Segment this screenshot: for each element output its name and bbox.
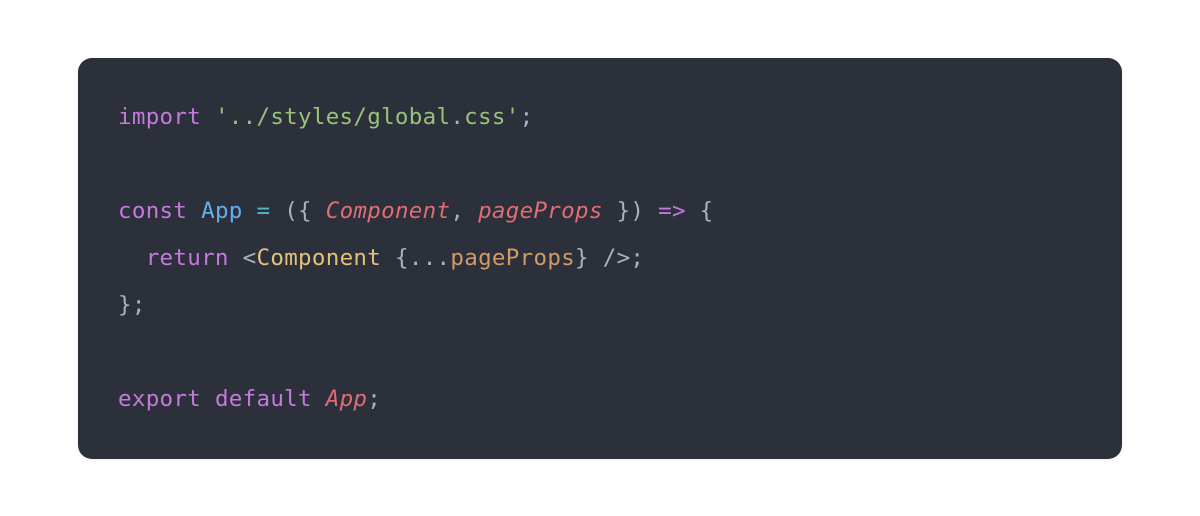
- jsx-component: Component: [257, 245, 382, 271]
- arrow: =>: [644, 198, 699, 224]
- jsx-brace-close: }: [575, 245, 589, 271]
- keyword-import: import: [118, 104, 201, 130]
- brace-close: }: [118, 292, 132, 318]
- jsx-self-close: />: [589, 245, 631, 271]
- semicolon: ;: [367, 386, 381, 412]
- brace-open: {: [700, 198, 714, 224]
- string-path: '../styles/global.css': [215, 104, 520, 130]
- identifier-app-export: App: [326, 386, 368, 412]
- spread-dots: ...: [409, 245, 451, 271]
- code-container: import '../styles/global.css'; const App…: [78, 58, 1122, 459]
- space: [381, 245, 395, 271]
- param-pageprops: pageProps: [478, 198, 603, 224]
- semicolon: ;: [520, 104, 534, 130]
- keyword-const: const: [118, 198, 187, 224]
- space: [464, 198, 478, 224]
- code-line: return <Component {...pageProps} />;: [118, 245, 644, 271]
- code-line: export default App;: [118, 386, 381, 412]
- keyword-default: default: [215, 386, 312, 412]
- identifier-app: App: [201, 198, 243, 224]
- equals: =: [243, 198, 285, 224]
- code-line: const App = ({ Component, pageProps }) =…: [118, 198, 714, 224]
- comma: ,: [450, 198, 464, 224]
- paren-open: ({: [284, 198, 326, 224]
- spread-var: pageProps: [450, 245, 575, 271]
- paren-close: }): [603, 198, 645, 224]
- keyword-return: return: [146, 245, 229, 271]
- space: [229, 245, 243, 271]
- code-line: import '../styles/global.css';: [118, 104, 533, 130]
- jsx-lt: <: [243, 245, 257, 271]
- keyword-export: export: [118, 386, 201, 412]
- code-block: import '../styles/global.css'; const App…: [118, 94, 1082, 423]
- jsx-brace-open: {: [395, 245, 409, 271]
- semicolon: ;: [630, 245, 644, 271]
- param-component: Component: [326, 198, 451, 224]
- semicolon: ;: [132, 292, 146, 318]
- indent: [118, 245, 146, 271]
- code-line: };: [118, 292, 146, 318]
